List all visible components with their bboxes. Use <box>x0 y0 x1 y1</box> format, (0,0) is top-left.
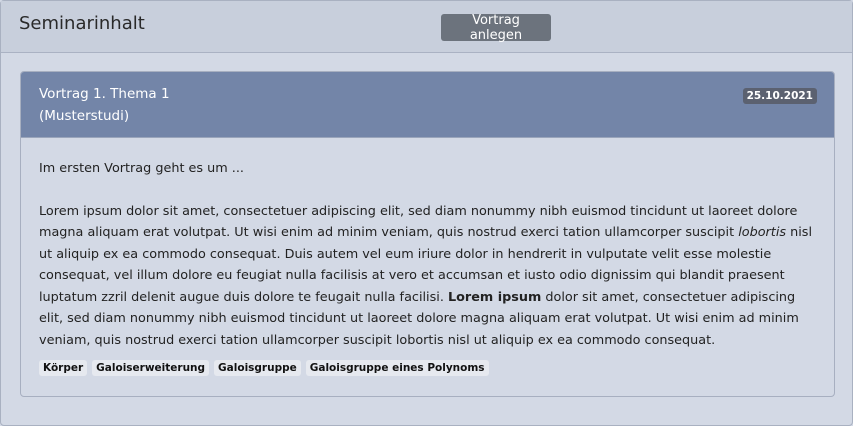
body-text-bold: Lorem ipsum <box>447 289 542 305</box>
talk-intro: Im ersten Vortrag geht es um ... <box>39 161 244 176</box>
talk-title: Vortrag 1. Thema 1 <box>39 86 170 102</box>
talk-card: Vortrag 1. Thema 1 (Musterstudi) 25.10.2… <box>20 71 835 397</box>
body-text-italic: lobortis <box>738 225 787 240</box>
create-talk-button[interactable]: Vortrag anlegen <box>441 13 551 43</box>
talk-author: (Musterstudi) <box>39 108 130 124</box>
date-badge: 25.10.2021 <box>742 88 817 104</box>
talk-description: Im ersten Vortrag geht es um ... Lorem i… <box>21 138 834 376</box>
talk-card-header[interactable]: Vortrag 1. Thema 1 (Musterstudi) 25.10.2… <box>21 72 834 138</box>
tag-galoisgruppe-polynom[interactable]: Galoisgruppe eines Polynoms <box>305 360 489 376</box>
tag-galoiserweiterung[interactable]: Galoiserweiterung <box>92 360 210 376</box>
panel-header: Seminarinhalt Vortrag anlegen <box>1 1 852 53</box>
tag-koerper[interactable]: Körper <box>39 360 88 376</box>
talk-body-text: Lorem ipsum dolor sit amet, consectetuer… <box>39 201 816 352</box>
tag-list: Körper Galoiserweiterung Galoisgruppe Ga… <box>39 360 816 376</box>
body-text-part-1: Lorem ipsum dolor sit amet, consectetuer… <box>39 203 798 241</box>
seminar-panel: Seminarinhalt Vortrag anlegen Vortrag 1.… <box>0 0 853 426</box>
tag-galoisgruppe[interactable]: Galoisgruppe <box>214 360 301 376</box>
page-title: Seminarinhalt <box>19 13 145 34</box>
